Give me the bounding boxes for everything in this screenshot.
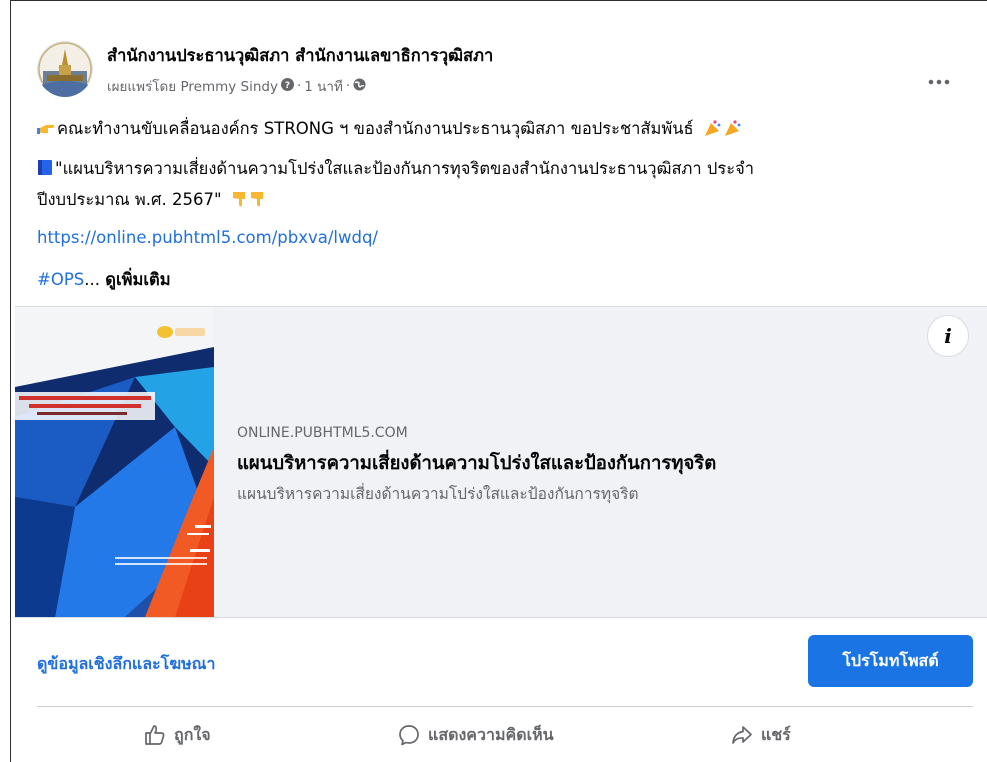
preview-description: แผนบริหารความเสี่ยงด้านความโปร่งใสและป้อ… [237,485,639,503]
preview-title[interactable]: แผนบริหารความเสี่ยงด้านความโปร่งใสและป้อ… [237,449,716,478]
post-text-1: คณะทำงานขับเคลื่อนองค์กร STRONG ฯ ของสำน… [57,119,694,138]
comment-label: แสดงความคิดเห็น [428,724,554,744]
post-text-line-2: "แผนบริหารความเสี่ยงด้านความโปร่งใสและป้… [37,156,754,182]
published-by[interactable]: เผยแพร่โดย Premmy Sindy [107,75,278,97]
post-text-2: "แผนบริหารความเสี่ยงด้านความโปร่งใสและป้… [55,159,755,178]
page-avatar[interactable] [37,41,93,97]
post-tags-line: #OPS... ดูเพิ่มเติม [37,267,171,293]
pointing-right-hand-icon [37,120,55,140]
post-text-line-3: ปีงบประมาณ พ.ศ. 2567" [37,187,269,213]
blue-book-icon [37,159,53,180]
share-arrow-icon [732,726,752,744]
thumbs-up-icon [145,725,165,745]
see-more-link[interactable]: ดูเพิ่มเติม [105,270,170,289]
post-url-link[interactable]: https://online.pubhtml5.com/pbxva/lwdq/ [37,228,378,247]
post-time[interactable]: 1 นาที [304,75,343,97]
link-preview[interactable]: i ONLINE.PUBHTML5.COM แผนบริหารความเสี่ย… [15,306,987,618]
insights-ads-link[interactable]: ดูข้อมูลเชิงลึกและโฆษณา [37,652,215,677]
post-text-line-1: คณะทำงานขับเคลื่อนองค์กร STRONG ฯ ของสำน… [37,116,743,142]
question-badge-icon[interactable]: ? [281,77,294,95]
more-options-button[interactable] [921,68,957,96]
globe-icon[interactable] [353,78,366,95]
meta-separator: · [297,78,302,94]
share-button[interactable]: แชร์ [731,719,791,751]
post-text-3: ปีงบประมาณ พ.ศ. 2567" [37,190,222,209]
share-label: แชร์ [761,724,791,744]
pointing-down-hand-icon [231,190,269,212]
actions-divider [37,706,973,707]
hashtag-ops[interactable]: #OPS [37,270,84,289]
preview-thumbnail[interactable] [15,307,214,617]
promote-post-button[interactable]: โปรโมทโพสต์ [808,635,973,687]
info-button[interactable]: i [927,315,969,357]
page-name[interactable]: สำนักงานประธานวุฒิสภา สำนักงานเลขาธิการว… [107,43,493,69]
comment-button[interactable]: แสดงความคิดเห็น [398,719,554,751]
party-popper-icon [703,119,743,141]
ellipsis: ... [84,270,100,289]
comment-bubble-icon [399,725,419,746]
svg-text:?: ? [285,81,290,91]
like-button[interactable]: ถูกใจ [144,719,211,751]
post-meta: เผยแพร่โดย Premmy Sindy ? · 1 นาที · [107,75,366,97]
preview-domain: ONLINE.PUBHTML5.COM [237,425,408,441]
meta-separator-2: · [345,78,351,94]
more-options-icon [928,79,950,85]
like-label: ถูกใจ [174,724,211,744]
post-card: สำนักงานประธานวุฒิสภา สำนักงานเลขาธิการว… [15,24,987,762]
